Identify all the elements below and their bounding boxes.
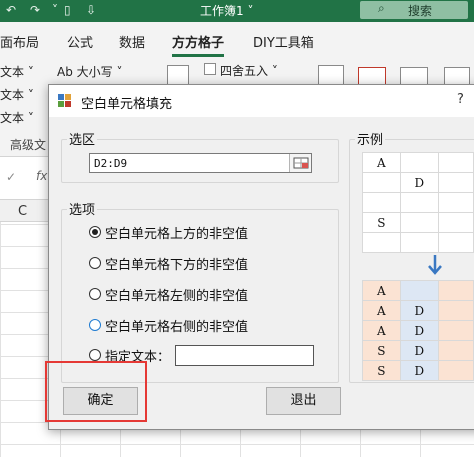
example-cell: D xyxy=(399,172,439,193)
example-cell: S xyxy=(362,360,401,381)
example-cell: D xyxy=(399,340,439,361)
ribbon-tabs: 面布局 公式 数据 方方格子 DIY工具箱 xyxy=(0,22,474,57)
example-before-row xyxy=(362,232,474,253)
tab-diy-toolbox[interactable]: DIY工具箱 xyxy=(253,32,314,51)
round-icon xyxy=(204,63,216,75)
tab-page-layout[interactable]: 面布局 xyxy=(0,32,39,51)
example-cell xyxy=(437,172,474,193)
radio-above[interactable] xyxy=(89,226,101,238)
example-after-row: AD xyxy=(362,320,474,341)
option-below[interactable]: 空白单元格下方的非空值 xyxy=(89,254,249,273)
example-before-table: A D S xyxy=(362,152,474,253)
dialog-titlebar[interactable]: 空白单元格填充 ? xyxy=(49,85,474,117)
tab-formulas[interactable]: 公式 xyxy=(67,32,93,51)
search-label: 搜索 xyxy=(408,4,433,18)
example-cell: A xyxy=(362,152,401,173)
fx-icon[interactable]: fx xyxy=(36,169,47,183)
example-after-table: A AD AD SD SD xyxy=(362,280,474,381)
exit-button[interactable]: 退出 xyxy=(266,387,341,415)
example-before-row xyxy=(362,192,474,213)
example-cell xyxy=(437,192,474,213)
option-above-label: 空白单元格上方的非空值 xyxy=(105,226,249,242)
ribbon-group-label: 高级文 xyxy=(10,138,47,152)
options-group-label: 选项 xyxy=(67,199,98,218)
range-input[interactable] xyxy=(89,153,312,173)
example-cell xyxy=(437,212,474,233)
example-cell: A xyxy=(362,280,401,301)
example-after-row: SD xyxy=(362,340,474,361)
radio-below[interactable] xyxy=(89,257,101,269)
radio-left[interactable] xyxy=(89,288,101,300)
example-after-row: SD xyxy=(362,360,474,381)
example-cell xyxy=(399,212,439,233)
option-right[interactable]: 空白单元格右侧的非空值 xyxy=(89,316,249,335)
radio-custom-text[interactable] xyxy=(89,349,101,361)
radio-right[interactable] xyxy=(89,319,101,331)
column-header-c[interactable]: C xyxy=(18,204,27,219)
ribbon-text-1[interactable]: 文本 ˅ xyxy=(0,63,34,80)
tab-fangfang[interactable]: 方方格子 xyxy=(172,32,224,51)
round-button[interactable]: 四舍五入 ˅ xyxy=(220,62,278,79)
example-after-row: AD xyxy=(362,300,474,321)
example-cell: D xyxy=(399,360,439,381)
example-cell: D xyxy=(399,320,439,341)
example-cell xyxy=(399,152,439,173)
example-group-label: 示例 xyxy=(355,129,386,148)
example-cell xyxy=(437,280,474,301)
ok-button-highlight xyxy=(45,361,147,422)
range-group-label: 选区 xyxy=(67,129,98,148)
dialog-title: 空白单元格填充 xyxy=(81,97,173,112)
help-icon[interactable]: ? xyxy=(457,92,464,107)
redo-icon[interactable]: ↷ xyxy=(30,3,40,17)
example-cell: S xyxy=(362,340,401,361)
example-cell xyxy=(437,152,474,173)
check-icon[interactable]: ✓ xyxy=(6,170,16,184)
tab-data[interactable]: 数据 xyxy=(119,32,145,51)
example-cell: A xyxy=(362,320,401,341)
example-before-row: S xyxy=(362,212,474,233)
workbook-title: 工作簿1 ˅ xyxy=(200,4,254,18)
example-cell xyxy=(399,232,439,253)
example-cell xyxy=(437,340,474,361)
ribbon-text-3[interactable]: 文本 ˅ xyxy=(0,109,34,126)
example-cell xyxy=(437,360,474,381)
option-left-label: 空白单元格左侧的非空值 xyxy=(105,288,249,304)
option-above[interactable]: 空白单元格上方的非空值 xyxy=(89,223,249,242)
search-icon: ⌕ xyxy=(378,1,385,15)
option-below-label: 空白单元格下方的非空值 xyxy=(105,257,249,273)
customize-icon[interactable]: ⇩ xyxy=(86,3,96,17)
example-cell xyxy=(362,172,401,193)
option-left[interactable]: 空白单元格左侧的非空值 xyxy=(89,285,249,304)
example-cell: S xyxy=(362,212,401,233)
custom-text-input[interactable] xyxy=(175,345,314,366)
example-cell xyxy=(437,232,474,253)
file-icon[interactable]: ▯ xyxy=(64,3,71,17)
search-box[interactable]: ⌕ 搜索 xyxy=(360,1,468,19)
excel-titlebar: ↶ ↷ ˅ ▯ ⇩ 工作簿1 ˅ ⌕ 搜索 xyxy=(0,0,474,22)
example-cell xyxy=(437,300,474,321)
example-before-row: D xyxy=(362,172,474,193)
dropdown-icon[interactable]: ˅ xyxy=(52,3,58,17)
example-after-row: A xyxy=(362,280,474,301)
example-cell xyxy=(362,192,401,213)
option-right-label: 空白单元格右侧的非空值 xyxy=(105,319,249,335)
example-cell: A xyxy=(362,300,401,321)
example-before-row: A xyxy=(362,152,474,173)
arrow-down-icon xyxy=(428,255,442,275)
case-button[interactable]: Ab 大小写 ˅ xyxy=(57,63,122,80)
example-cell xyxy=(399,280,439,301)
app-icon xyxy=(58,94,71,107)
example-cell xyxy=(437,320,474,341)
example-cell: D xyxy=(399,300,439,321)
example-cell xyxy=(362,232,401,253)
range-picker-button[interactable] xyxy=(289,154,311,172)
example-cell xyxy=(399,192,439,213)
undo-icon[interactable]: ↶ xyxy=(6,3,16,17)
ribbon-text-2[interactable]: 文本 ˅ xyxy=(0,86,34,103)
range-picker-icon xyxy=(293,157,309,169)
